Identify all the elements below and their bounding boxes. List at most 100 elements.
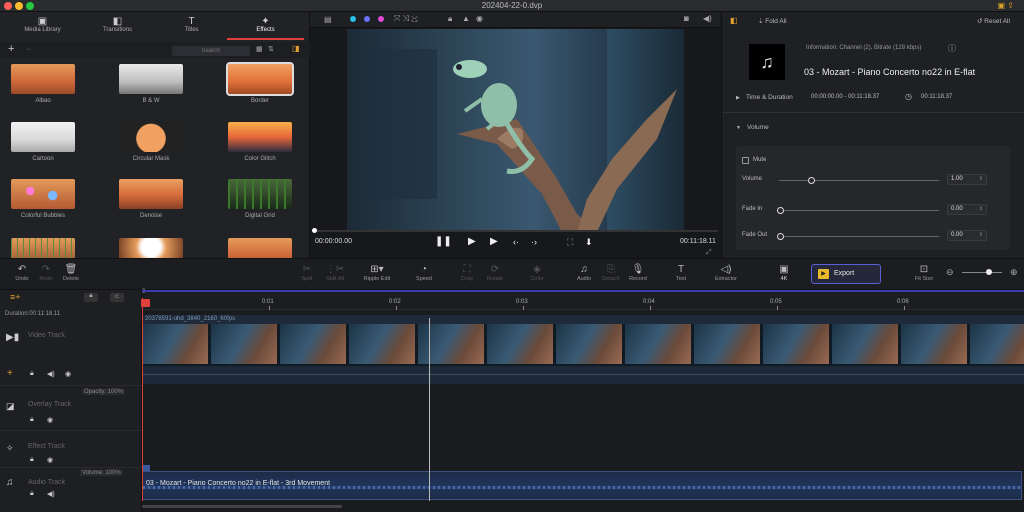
effect-thumbnail[interactable] — [228, 122, 292, 152]
add-icon[interactable]: + — [8, 43, 14, 55]
fade-in-value-field[interactable]: 0.00 ⇕ — [947, 204, 987, 215]
volume-slider-knob[interactable] — [808, 177, 815, 184]
previous-marker-icon[interactable]: ‹· — [513, 237, 519, 247]
speed-button[interactable]: ◔ Speed — [407, 263, 441, 282]
rotate-button[interactable]: ⟳ Rotate — [478, 263, 512, 282]
tab-effects[interactable]: ✦ Effects — [227, 12, 304, 40]
next-marker-icon[interactable]: ·› — [531, 237, 537, 247]
export-button[interactable]: ▶ Export — [811, 264, 881, 284]
volume-slider[interactable] — [779, 180, 939, 181]
playhead-handle[interactable] — [141, 299, 150, 307]
video-clip-audio-waveform[interactable] — [142, 366, 1024, 384]
video-track-eye-icon[interactable]: ◉ — [65, 370, 71, 378]
color-dot-blue[interactable] — [364, 16, 370, 22]
lock-icon[interactable]: 🔒︎ — [448, 14, 452, 24]
effect-thumbnail[interactable] — [119, 179, 183, 209]
effect-thumbnail[interactable] — [11, 179, 75, 209]
effect-track-lock-icon[interactable]: 🔒︎ — [30, 456, 34, 464]
save-icon[interactable]: ▣ ⇪ — [998, 1, 1014, 10]
audio-volume[interactable]: Volume: 100% — [80, 470, 123, 476]
timeline-ruler[interactable]: 0 0:01 0:02 0:03 0:04 0:05 0:06 — [142, 289, 1024, 310]
split-all-button[interactable]: ⋮✂ Split All — [318, 263, 352, 282]
lock-all-icon[interactable]: 🔒︎ — [84, 293, 98, 302]
volume-section-label[interactable]: Volume — [747, 124, 769, 131]
effect-thumbnail[interactable] — [11, 64, 75, 94]
effect-thumbnail[interactable] — [228, 179, 292, 209]
color-button[interactable]: ◈ Color — [520, 263, 554, 282]
video-preview[interactable] — [347, 29, 684, 232]
video-track-lock-icon[interactable]: 🔒︎ — [30, 370, 34, 378]
zoom-in-icon[interactable]: ⊕ — [1010, 267, 1018, 278]
time-duration-label[interactable]: Time & Duration — [746, 94, 793, 101]
effect-track-eye-icon[interactable]: ◉ — [47, 456, 53, 464]
playhead[interactable] — [142, 298, 143, 501]
color-dot-cyan[interactable] — [350, 16, 356, 22]
next-frame-icon[interactable]: ▶ — [490, 236, 498, 247]
tab-transitions[interactable]: ◧ Transitions — [79, 12, 156, 40]
speaker-icon[interactable]: ◀) — [703, 14, 712, 23]
effect-thumbnail[interactable] — [11, 122, 75, 152]
tab-titles[interactable]: T Titles — [153, 12, 230, 40]
download-icon[interactable]: ⬇ — [585, 237, 593, 248]
overlay-track-lock-icon[interactable]: 🔒︎ — [30, 416, 34, 424]
effect-thumbnail[interactable] — [226, 62, 294, 96]
fullscreen-icon[interactable]: ⤢ — [706, 249, 712, 257]
timeline-scrollbar[interactable] — [142, 505, 342, 508]
add-to-track-icon[interactable]: + — [7, 368, 13, 379]
fade-in-slider-knob[interactable] — [777, 207, 784, 214]
video-track-mute-icon[interactable]: ◀) — [47, 370, 55, 378]
reset-all-button[interactable]: ↺ Reset All — [977, 17, 1010, 25]
step-forward-icon[interactable]: ▶ — [468, 236, 476, 247]
eye-icon[interactable]: ◉ — [476, 14, 483, 23]
video-clip-header[interactable]: 20378591-uhd_3840_2160_60fps — [142, 315, 1024, 324]
audio-track-label: Audio Track — [28, 479, 65, 486]
fade-in-slider[interactable] — [779, 210, 939, 211]
delete-button[interactable]: 🗑︎ Delete — [54, 263, 88, 282]
effect-thumbnail[interactable] — [119, 64, 183, 94]
audio-track-lock-icon[interactable]: 🔒︎ — [30, 490, 34, 498]
collapse-panel-icon[interactable]: ◨ — [292, 44, 300, 53]
zoom-out-icon[interactable]: ⊖ — [946, 267, 954, 278]
extractor-button[interactable]: ◁) Extractor — [709, 263, 743, 282]
fade-out-slider-knob[interactable] — [777, 233, 784, 240]
fold-all-button[interactable]: ⇣ Fold All — [758, 17, 787, 25]
overlay-opacity[interactable]: Opacity: 100% — [82, 389, 126, 395]
magnet-icon[interactable]: ⊂ — [110, 293, 124, 302]
video-clip[interactable] — [142, 324, 1024, 366]
fade-out-value-field[interactable]: 0.00 ⇕ — [947, 230, 987, 241]
expand-icon[interactable]: ▶ — [736, 95, 740, 101]
overlay-track-eye-icon[interactable]: ◉ — [47, 416, 53, 424]
add-track-icon[interactable]: ≡+ — [10, 292, 21, 302]
snapshot-icon[interactable]: ◙ — [684, 14, 689, 23]
remove-icon[interactable]: − — [26, 44, 31, 54]
info-icon[interactable]: ⓘ — [948, 43, 956, 54]
tab-media-library[interactable]: ▣ Media Library — [4, 12, 81, 40]
cone-icon[interactable]: ▲ — [462, 14, 470, 23]
crop-preview-icon[interactable]: ⛶ — [567, 237, 573, 248]
grid-view-icon[interactable]: ▦ — [256, 45, 263, 53]
text-tool-icon[interactable]: ▤ — [324, 15, 332, 24]
collapse-inspector-icon[interactable]: ◧ — [730, 16, 738, 25]
search-input[interactable] — [172, 46, 250, 56]
transform-icon[interactable]: ⤧ ⤨ ⤩ — [394, 14, 418, 24]
audio-clip[interactable]: 03 - Mozart - Piano Concerto no22 in E-f… — [142, 471, 1022, 500]
ripple-edit-button[interactable]: ⊞▾ Ripple Edit — [360, 263, 394, 282]
fit-size-button[interactable]: ⊡ Fit Size — [907, 263, 941, 282]
effect-thumbnail[interactable] — [119, 122, 183, 152]
effect-label: Digital Grid — [245, 213, 275, 219]
text-button[interactable]: T Text — [664, 263, 698, 282]
mute-checkbox[interactable] — [742, 157, 749, 164]
audio-track-mute-icon[interactable]: ◀) — [47, 490, 55, 498]
color-dot-magenta[interactable] — [378, 16, 384, 22]
collapse-volume-icon[interactable]: ▼ — [736, 125, 741, 131]
preview-scrubber[interactable] — [312, 228, 718, 233]
zoom-slider-knob[interactable] — [986, 269, 992, 275]
fade-out-slider[interactable] — [779, 236, 939, 237]
volume-value-field[interactable]: 1.00 ⇕ — [947, 174, 987, 185]
zoom-slider[interactable] — [962, 272, 1002, 273]
resolution-button[interactable]: ▣ 4K — [767, 263, 801, 282]
sort-icon[interactable]: ⇅ — [268, 45, 274, 53]
video-frame-thumbnail — [832, 324, 900, 364]
pause-icon[interactable]: ❚❚ — [435, 236, 452, 247]
record-button[interactable]: 🎙︎ Record — [621, 263, 655, 282]
